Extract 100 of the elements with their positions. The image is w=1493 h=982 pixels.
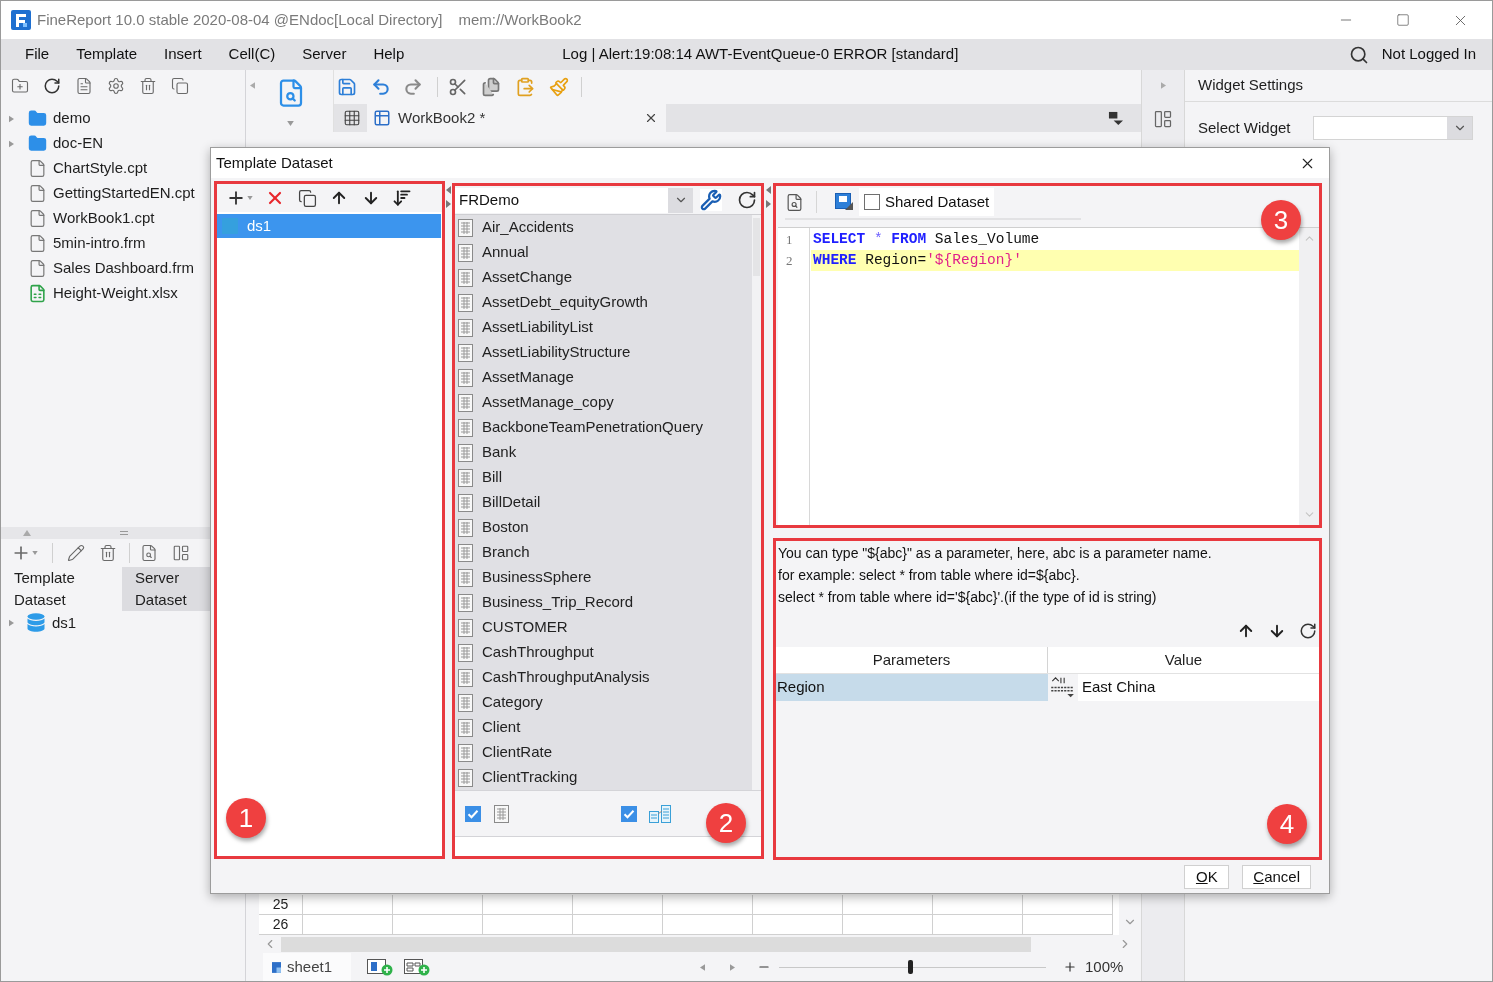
caret-icon[interactable]: [247, 196, 253, 200]
checkbox[interactable]: [864, 194, 880, 210]
grid-cell[interactable]: [933, 895, 1023, 915]
table-list-item[interactable]: Boston: [482, 516, 529, 539]
expander-icon[interactable]: [9, 619, 14, 627]
table-list-item[interactable]: Air_Accidents: [482, 216, 574, 239]
table-list-item[interactable]: BillDetail: [482, 491, 541, 514]
document-icon[interactable]: [75, 77, 93, 95]
file-tree-item[interactable]: demo: [53, 107, 91, 130]
grid-cell[interactable]: [483, 895, 573, 915]
copy-icon[interactable]: [298, 188, 317, 208]
file-search-icon[interactable]: [140, 544, 158, 562]
grip-icon[interactable]: [120, 531, 128, 535]
file-tree-item[interactable]: WorkBook1.cpt: [53, 207, 155, 230]
grid-cell[interactable]: [483, 915, 573, 935]
table-list-item[interactable]: Client: [482, 716, 521, 739]
trash-icon[interactable]: [139, 77, 157, 95]
checkbox[interactable]: [621, 805, 637, 822]
clipboard-icon[interactable]: [515, 77, 535, 97]
paintbrush-icon[interactable]: [549, 77, 569, 97]
table-list-item[interactable]: BusinessSphere: [482, 566, 592, 589]
file-tree-item[interactable]: Height-Weight.xlsx: [53, 282, 178, 305]
expander-icon[interactable]: [9, 139, 14, 148]
dataset-tree-item[interactable]: ds1: [52, 611, 77, 635]
table-list-item[interactable]: Bank: [482, 441, 517, 464]
grid-cell[interactable]: [753, 915, 843, 935]
zoom-in-icon[interactable]: [1063, 960, 1077, 974]
login-status[interactable]: Not Logged In: [1381, 43, 1476, 66]
connection-select[interactable]: FRDemo: [455, 187, 693, 213]
table-list-item[interactable]: AssetManage_copy: [482, 391, 614, 414]
table-list-item[interactable]: Annual: [482, 241, 529, 264]
folder-plus-icon[interactable]: [11, 77, 29, 95]
next-sheet-icon[interactable]: [730, 962, 735, 972]
add-sheet-icon[interactable]: [367, 958, 393, 976]
table-list-item[interactable]: CashThroughputAnalysis: [482, 666, 650, 689]
grid-icon[interactable]: [343, 109, 361, 127]
table-list-item[interactable]: ClientTracking: [482, 766, 578, 789]
collapse-up-icon[interactable]: [22, 530, 32, 536]
type-picker-icon[interactable]: [1048, 674, 1076, 701]
checkbox[interactable]: [465, 805, 481, 822]
grid-cell[interactable]: [843, 895, 933, 915]
table-list-item[interactable]: ClientRate: [482, 741, 553, 764]
zoom-slider[interactable]: [779, 960, 1046, 974]
refresh-icon[interactable]: [1299, 622, 1317, 640]
grid-cell[interactable]: [933, 915, 1023, 935]
grid-cell[interactable]: [303, 895, 393, 915]
sort-icon[interactable]: [392, 188, 412, 208]
grid-cell[interactable]: [1023, 895, 1113, 915]
refresh-icon[interactable]: [737, 190, 757, 210]
file-tree-item[interactable]: GettingStartedEN.cpt: [53, 182, 195, 205]
caret-icon[interactable]: [287, 121, 294, 126]
grid-cell[interactable]: [573, 915, 663, 935]
table-list-item[interactable]: Business_Trip_Record: [482, 591, 634, 614]
pencil-icon[interactable]: [67, 544, 85, 562]
table-list-item[interactable]: AssetManage: [482, 366, 574, 389]
file-tree-item[interactable]: doc-EN: [53, 132, 104, 155]
scissors-icon[interactable]: [448, 77, 468, 97]
layout-icon[interactable]: [1153, 109, 1173, 129]
splitter-arrows-icon[interactable]: [446, 186, 451, 208]
copy-icon[interactable]: [481, 77, 501, 97]
move-up-icon[interactable]: [1237, 622, 1255, 640]
redo-icon[interactable]: [403, 77, 423, 97]
menu-item[interactable]: Cell(C): [228, 43, 276, 66]
expander-icon[interactable]: [9, 114, 14, 123]
parameter-value-field[interactable]: East China: [1078, 674, 1319, 701]
move-up-icon[interactable]: [330, 189, 348, 207]
wrench-icon[interactable]: [700, 189, 722, 211]
file-search-icon[interactable]: [785, 192, 804, 212]
add-form-icon[interactable]: [404, 958, 430, 976]
log-message[interactable]: Log | Alert:19:08:14 AWT-EventQueue-0 ERROR [standard]: [562, 43, 959, 66]
dialog-button[interactable]: Cancel: [1242, 864, 1311, 889]
move-down-icon[interactable]: [362, 189, 380, 207]
table-list-item[interactable]: Branch: [482, 541, 530, 564]
save-icon[interactable]: [835, 193, 853, 211]
grid-cell[interactable]: [1023, 915, 1113, 935]
grid-cell[interactable]: [393, 915, 483, 935]
grid-cell[interactable]: [753, 895, 843, 915]
table-list-item[interactable]: AssetDebt_equityGrowth: [482, 291, 648, 314]
file-tree-item[interactable]: Sales Dashboard.frm: [53, 257, 194, 280]
copy-icon[interactable]: [171, 77, 189, 95]
layout-icon[interactable]: [172, 544, 190, 562]
maximize-icon[interactable]: [1396, 13, 1410, 27]
expand-right-icon[interactable]: [1160, 81, 1166, 90]
parameter-name-cell[interactable]: Region: [776, 674, 1048, 701]
filter-field[interactable]: [455, 836, 761, 856]
grid-cell[interactable]: [663, 915, 753, 935]
menu-item[interactable]: Server: [302, 43, 347, 66]
move-down-icon[interactable]: [1268, 622, 1286, 640]
horizontal-scrollbar[interactable]: [281, 936, 1031, 952]
table-list-item[interactable]: AssetLiabilityList: [482, 316, 593, 339]
splitter-arrows-icon[interactable]: [766, 186, 771, 208]
menu-item[interactable]: File: [25, 43, 50, 66]
add-icon[interactable]: [226, 188, 246, 208]
table-list-item[interactable]: BackboneTeamPenetrationQuery: [482, 416, 703, 439]
table-list-item[interactable]: AssetChange: [482, 266, 573, 289]
grid-cell[interactable]: [393, 895, 483, 915]
trash-icon[interactable]: [99, 544, 117, 562]
table-list-item[interactable]: CUSTOMER: [482, 616, 568, 639]
close-icon[interactable]: [644, 111, 658, 125]
grid-cell[interactable]: [573, 895, 663, 915]
